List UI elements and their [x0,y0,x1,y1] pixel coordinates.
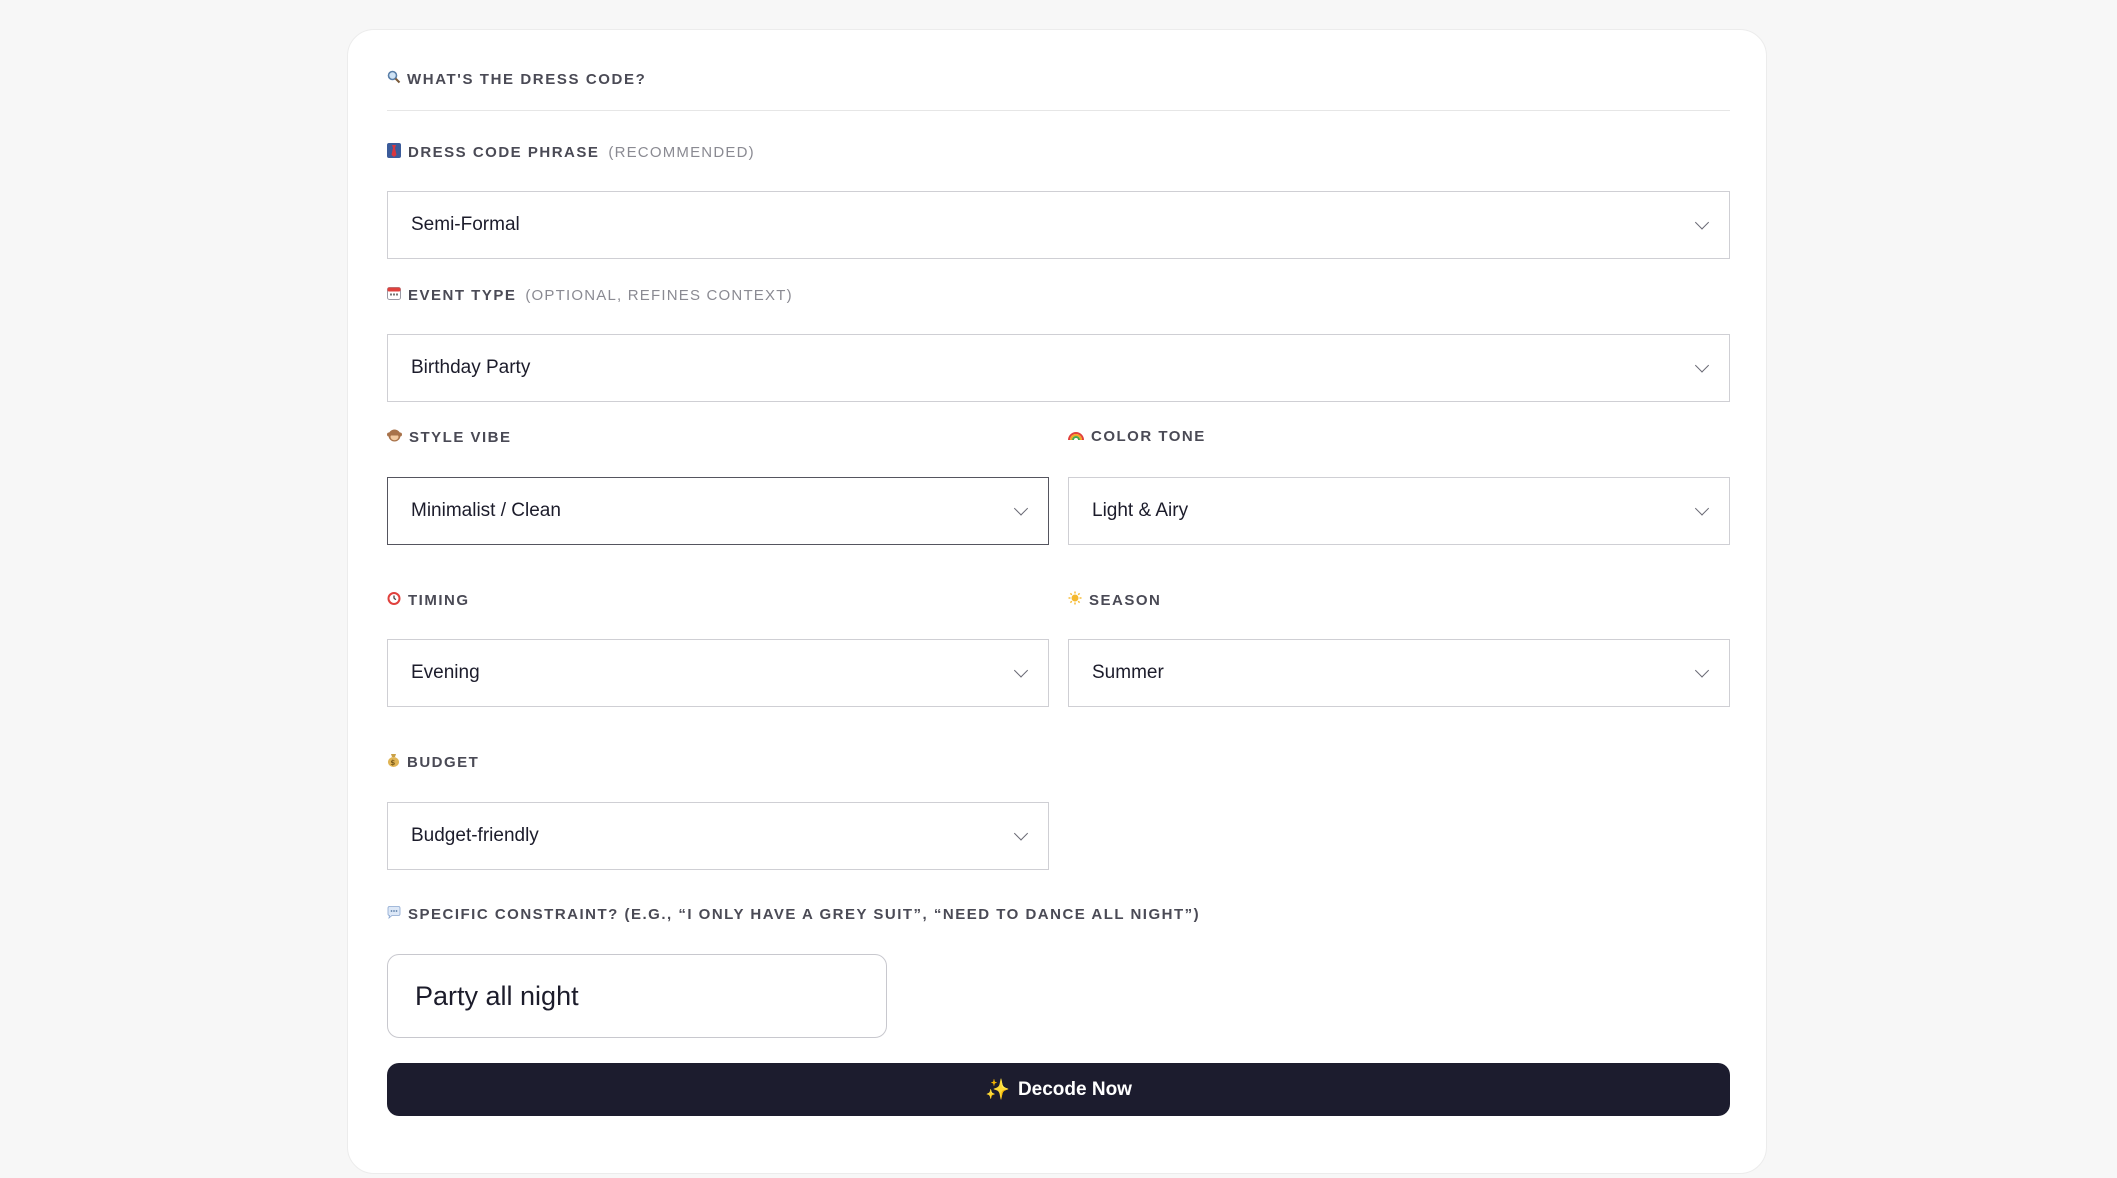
dress-code-label: DRESS CODE PHRASE (RECOMMENDED) [387,143,755,162]
season-value: Summer [1092,662,1164,683]
dress-code-hint: (RECOMMENDED) [608,144,755,161]
magnifier-icon [387,70,401,88]
svg-text:$: $ [390,759,396,767]
chevron-down-icon [1694,215,1710,230]
chevron-down-icon [1013,826,1029,841]
decode-now-button[interactable]: ✨ Decode Now [387,1063,1730,1116]
style-vibe-select[interactable]: Minimalist / Clean [387,477,1049,545]
event-type-value: Birthday Party [411,357,531,378]
timing-select[interactable]: Evening [387,639,1049,707]
necktie-icon [387,143,401,162]
color-tone-label: COLOR TONE [1068,428,1206,445]
chevron-down-icon [1013,663,1029,678]
alarm-clock-icon [387,591,401,609]
sun-icon [1068,591,1082,609]
rainbow-icon [1068,428,1084,445]
section-title: WHAT'S THE DRESS CODE? [387,70,646,88]
color-tone-select[interactable]: Light & Airy [1068,477,1730,545]
season-label: SEASON [1068,591,1161,609]
dress-code-form-card: WHAT'S THE DRESS CODE? DRESS CODE PHRASE… [347,29,1767,1174]
money-bag-icon: $ [387,753,400,771]
section-title-text: WHAT'S THE DRESS CODE? [407,70,647,88]
decode-now-label: Decode Now [1017,1078,1132,1100]
event-type-select[interactable]: Birthday Party [387,334,1730,402]
timing-value: Evening [411,662,480,683]
sparkles-icon: ✨ [985,1079,1010,1101]
event-type-label: EVENT TYPE (OPTIONAL, REFINES CONTEXT) [387,286,793,304]
chevron-down-icon [1694,501,1710,516]
timing-label: TIMING [387,591,470,609]
style-vibe-label: STYLE VIBE [387,428,512,446]
constraint-input[interactable]: Party all night [387,954,887,1038]
dress-code-select[interactable]: Semi-Formal [387,191,1730,259]
chevron-down-icon [1013,501,1029,516]
budget-label: $ BUDGET [387,753,479,771]
color-tone-value: Light & Airy [1092,500,1189,521]
constraint-value: Party all night [415,980,579,1011]
dress-code-value: Semi-Formal [411,214,520,235]
monkey-icon [387,428,402,446]
chevron-down-icon [1694,358,1710,373]
budget-select[interactable]: Budget-friendly [387,802,1049,870]
style-vibe-value: Minimalist / Clean [411,500,561,521]
calendar-icon [387,286,401,304]
season-select[interactable]: Summer [1068,639,1730,707]
constraint-label: SPECIFIC CONSTRAINT? (E.G., “I ONLY HAVE… [387,906,1200,923]
section-divider [387,110,1730,111]
budget-value: Budget-friendly [411,825,539,846]
chevron-down-icon [1694,663,1710,678]
event-type-hint: (OPTIONAL, REFINES CONTEXT) [525,286,793,304]
speech-bubble-icon [387,906,401,923]
